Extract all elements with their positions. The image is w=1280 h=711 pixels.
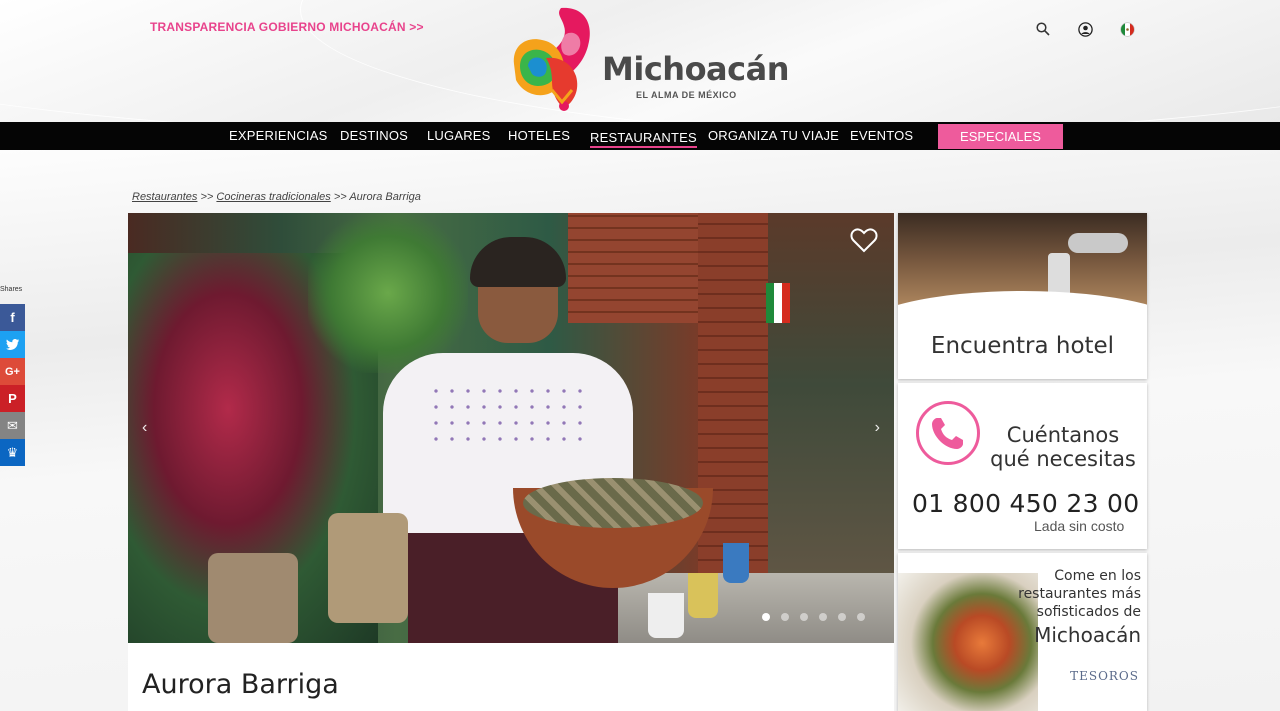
tesoros-logo: TESOROS	[1070, 669, 1139, 683]
door-handle-icon	[1068, 233, 1128, 253]
logo-emblem-icon	[513, 7, 590, 111]
restaurants-big-label: Michoacán	[1034, 623, 1141, 647]
phone-icon	[916, 401, 980, 465]
flower-pot	[688, 573, 718, 618]
page-title: Aurora Barriga	[142, 669, 339, 700]
breadcrumb-separator: >>	[333, 191, 347, 203]
food-plate-image	[898, 573, 1038, 711]
crown-icon: ♛	[6, 444, 19, 460]
restaurants-line1: Come en los	[1054, 568, 1141, 584]
contact-title-line2: qué necesitas	[990, 447, 1136, 471]
find-hotel-banner[interactable]: Encuentra hotel	[898, 213, 1147, 379]
favorite-heart-icon[interactable]	[850, 227, 878, 253]
nav-item-hoteles[interactable]: HOTELES	[508, 122, 570, 150]
michoacan-logo[interactable]: Michoacán EL ALMA DE MÉXICO	[506, 6, 789, 116]
carousel-dot[interactable]	[762, 613, 770, 621]
contact-title: Cuéntanos qué necesitas	[988, 423, 1138, 471]
carousel-dots	[762, 613, 865, 621]
shares-label: Shares	[0, 286, 23, 293]
breadcrumb-current: Aurora Barriga	[349, 191, 421, 203]
flower-pot	[328, 513, 408, 623]
twitter-share-button[interactable]	[0, 331, 25, 358]
restaurants-line3: sofisticados de	[1036, 604, 1141, 620]
pinterest-icon: P	[8, 391, 17, 406]
woman-hair	[470, 237, 566, 287]
restaurants-line2: restaurantes más	[1018, 586, 1141, 602]
restaurants-banner[interactable]: Come en los restaurantes más sofisticado…	[898, 553, 1147, 711]
nav-item-destinos[interactable]: DESTINOS	[340, 122, 408, 150]
email-icon: ✉	[7, 417, 18, 433]
blouse-embroidery	[428, 383, 588, 443]
brand-tagline: EL ALMA DE MÉXICO	[636, 90, 737, 100]
find-hotel-label: Encuentra hotel	[930, 333, 1115, 359]
restaurants-banner-text: Come en los restaurantes más sofisticado…	[1018, 567, 1141, 621]
breadcrumb-separator: >>	[200, 191, 214, 203]
nav-item-organiza-tu-viaje[interactable]: ORGANIZA TU VIAJE	[708, 122, 839, 150]
brick-wall-decoration	[568, 213, 698, 323]
carousel-prev-arrow-icon[interactable]: ‹	[142, 419, 147, 437]
breadcrumb-link-cocineras[interactable]: Cocineras tradicionales	[216, 191, 330, 203]
fern-plant	[308, 213, 468, 373]
search-icon[interactable]	[1034, 20, 1052, 38]
twitter-icon	[6, 339, 19, 350]
email-share-button[interactable]: ✉	[0, 412, 25, 439]
user-icon[interactable]	[1076, 20, 1094, 38]
flower-pot	[208, 553, 298, 643]
pinterest-share-button[interactable]: P	[0, 385, 25, 412]
mexico-flag-icon[interactable]	[1118, 20, 1136, 38]
share-bar: f G+ P ✉ ♛	[0, 304, 25, 466]
flower-pot	[723, 543, 749, 583]
corundas-tamales	[523, 478, 703, 528]
breadcrumb: Restaurantes >> Cocineras tradicionales …	[132, 191, 421, 203]
nav-item-experiencias[interactable]: EXPERIENCIAS	[229, 122, 328, 150]
facebook-icon: f	[10, 310, 15, 325]
carousel-next-arrow-icon[interactable]: ›	[875, 419, 880, 437]
main-nav: EXPERIENCIAS DESTINOS LUGARES HOTELES RE…	[0, 122, 1280, 150]
site-header: TRANSPARENCIA GOBIERNO MICHOACÁN >> Mich…	[0, 0, 1280, 122]
header-icon-bar	[1034, 20, 1136, 38]
contact-phone-number: 01 800 450 23 00	[912, 489, 1140, 518]
carousel-dot[interactable]	[819, 613, 827, 621]
transparencia-link[interactable]: TRANSPARENCIA GOBIERNO MICHOACÁN >>	[150, 20, 424, 34]
nav-especiales-button[interactable]: ESPECIALES	[938, 124, 1063, 149]
sumome-share-button[interactable]: ♛	[0, 439, 25, 466]
title-panel: Aurora Barriga	[128, 643, 894, 711]
contact-subtitle: Lada sin costo	[1034, 518, 1125, 534]
breadcrumb-link-restaurantes[interactable]: Restaurantes	[132, 191, 197, 203]
photo-carousel[interactable]: ‹ ›	[128, 213, 894, 643]
carousel-dot[interactable]	[838, 613, 846, 621]
contact-title-line1: Cuéntanos	[1006, 423, 1120, 447]
carousel-dot[interactable]	[857, 613, 865, 621]
nav-item-lugares[interactable]: LUGARES	[427, 122, 491, 150]
flower-pot	[648, 593, 684, 638]
brand-name: Michoacán	[602, 50, 789, 88]
nav-item-eventos[interactable]: EVENTOS	[850, 122, 913, 150]
contact-banner[interactable]: Cuéntanos qué necesitas 01 800 450 23 00…	[898, 383, 1147, 549]
facebook-share-button[interactable]: f	[0, 304, 25, 331]
mexican-flag-decoration	[766, 283, 790, 323]
google-plus-share-button[interactable]: G+	[0, 358, 25, 385]
google-plus-icon: G+	[5, 365, 20, 378]
nav-item-restaurantes[interactable]: RESTAURANTES	[590, 124, 697, 148]
carousel-dot[interactable]	[781, 613, 789, 621]
banner-curve-decoration	[898, 291, 1147, 371]
carousel-dot[interactable]	[800, 613, 808, 621]
